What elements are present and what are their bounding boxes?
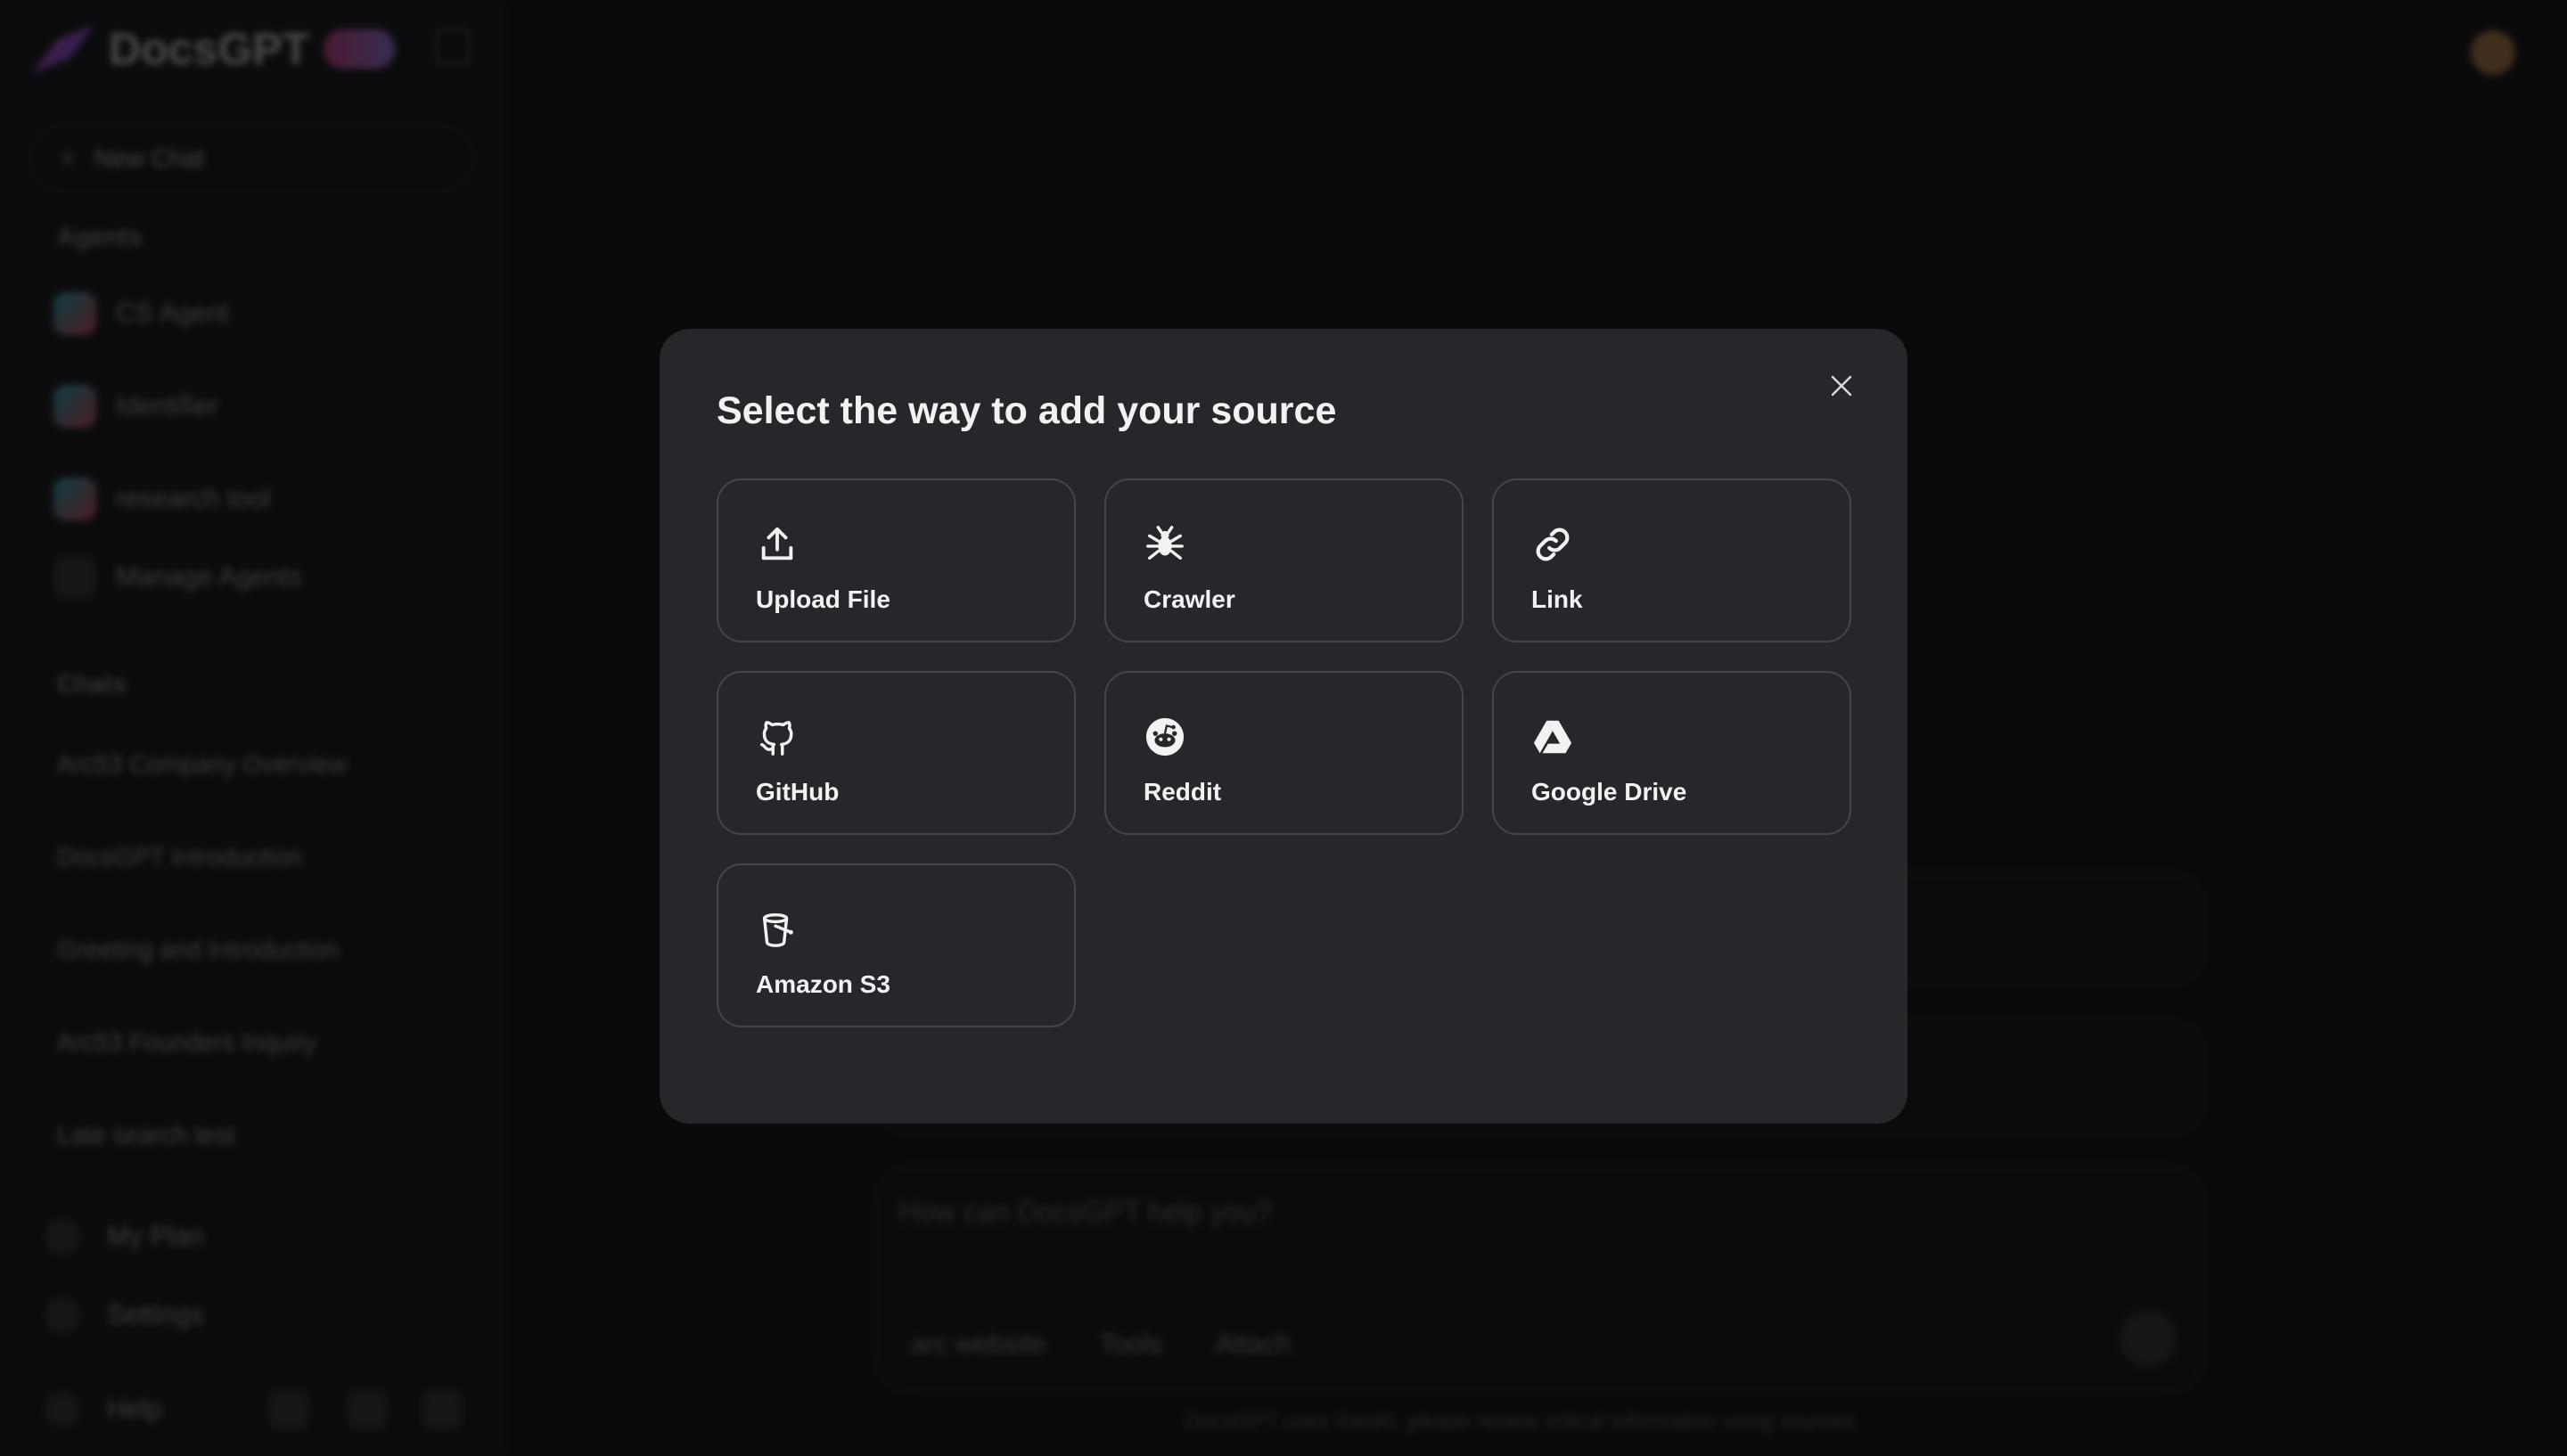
option-label: GitHub xyxy=(756,778,840,806)
option-google-drive[interactable]: Google Drive xyxy=(1492,671,1851,835)
option-amazon-s3[interactable]: Amazon S3 xyxy=(717,863,1076,1027)
option-label: Crawler xyxy=(1144,585,1235,613)
option-github[interactable]: GitHub xyxy=(717,671,1076,835)
app-root: DocsGPT + New Chat Agents CS Agent Ident… xyxy=(0,0,2567,1456)
option-label: Reddit xyxy=(1144,778,1222,806)
option-reddit[interactable]: Reddit xyxy=(1104,671,1464,835)
close-icon xyxy=(1831,375,1852,397)
spider-icon xyxy=(1144,523,1186,566)
close-button[interactable] xyxy=(1817,361,1866,411)
modal-title: Select the way to add your source xyxy=(717,389,1337,432)
option-link[interactable]: Link xyxy=(1492,479,1851,642)
option-label: Google Drive xyxy=(1531,778,1687,806)
amazon-s3-icon xyxy=(756,908,799,951)
option-upload-file[interactable]: Upload File xyxy=(717,479,1076,642)
add-source-modal: Select the way to add your source Upload… xyxy=(660,329,1907,1124)
option-label: Upload File xyxy=(756,585,890,613)
option-label: Link xyxy=(1531,585,1583,613)
source-options-grid: Upload File Crawler Link GitHub Reddit G… xyxy=(717,479,1851,1027)
github-icon xyxy=(756,716,799,758)
upload-icon xyxy=(756,523,799,566)
option-crawler[interactable]: Crawler xyxy=(1104,479,1464,642)
reddit-icon xyxy=(1144,716,1186,758)
link-icon xyxy=(1531,523,1574,566)
option-label: Amazon S3 xyxy=(756,970,890,998)
google-drive-icon xyxy=(1531,716,1574,758)
